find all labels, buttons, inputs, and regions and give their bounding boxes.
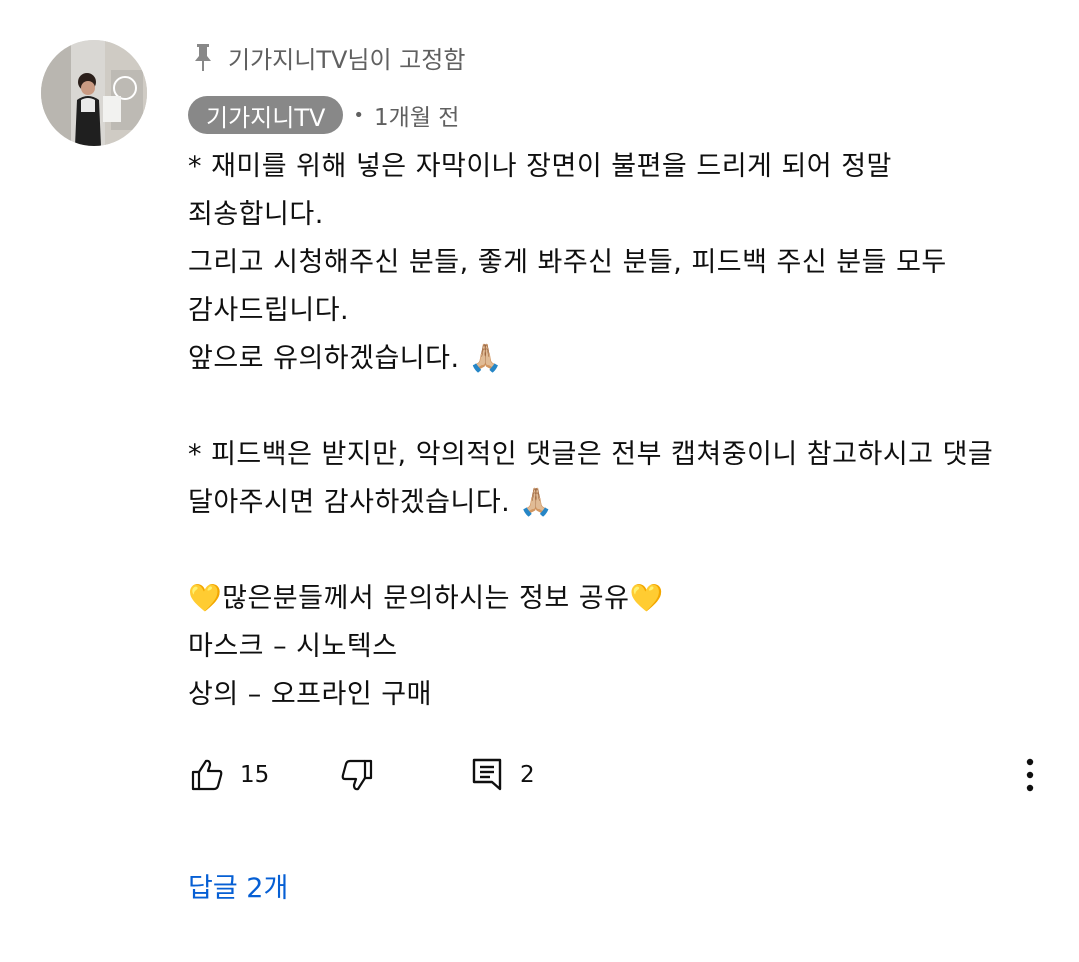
comment-text: * 재미를 위해 넣은 자막이나 장면이 불편을 드리게 되어 정말 죄송합니다…: [188, 143, 1058, 719]
comment-line: 마스크 – 시노텍스: [188, 631, 398, 662]
comment-line: * 피드백은 받지만, 악의적인 댓글은 전부 캡쳐중이니 참고하시고 댓글: [188, 439, 994, 470]
comment-line: 앞으로 유의하겠습니다. 🙏🏼: [188, 343, 503, 374]
comment-timestamp[interactable]: 1개월 전: [374, 98, 459, 132]
reply-count: 2: [520, 762, 535, 788]
reply-action: 2: [470, 752, 535, 798]
more-options-icon[interactable]: [1018, 756, 1042, 796]
comment-line: 💛많은분들께서 문의하시는 정보 공유💛: [188, 583, 664, 614]
dislike-action: [338, 752, 376, 798]
reply-comment-icon[interactable]: [470, 755, 506, 795]
pinned-indicator: 기가지니TV님이 고정함: [192, 40, 465, 74]
thumbs-down-icon[interactable]: [338, 756, 376, 794]
comment-line-blank: [188, 527, 1058, 575]
comment-line: 죄송합니다.: [188, 199, 324, 230]
pinned-label: 기가지니TV님이 고정함: [228, 45, 466, 74]
view-replies-link[interactable]: 답글 2개: [188, 866, 288, 905]
channel-avatar[interactable]: [41, 40, 147, 146]
thumbs-up-icon[interactable]: [188, 756, 226, 794]
comment-line: 달아주시면 감사하겠습니다. 🙏🏼: [188, 487, 554, 518]
comment-line: 그리고 시청해주신 분들, 좋게 봐주신 분들, 피드백 주신 분들 모두: [188, 247, 947, 278]
comment-line: * 재미를 위해 넣은 자막이나 장면이 불편을 드리게 되어 정말: [188, 151, 892, 182]
like-action: 15: [188, 752, 269, 798]
avatar-photo: [41, 40, 147, 146]
comment-line: 감사드립니다.: [188, 295, 350, 326]
author-name[interactable]: 기가지니TV: [188, 96, 344, 134]
like-count: 15: [240, 762, 270, 788]
comment-line-blank: [188, 383, 1058, 431]
comment-header: 기가지니TV • 1개월 전: [188, 96, 459, 134]
pin-icon: [195, 44, 211, 71]
comment-line: 상의 – 오프라인 구매: [188, 679, 432, 710]
meta-separator: •: [353, 104, 365, 126]
comment-actions: 15 2: [188, 752, 1048, 798]
